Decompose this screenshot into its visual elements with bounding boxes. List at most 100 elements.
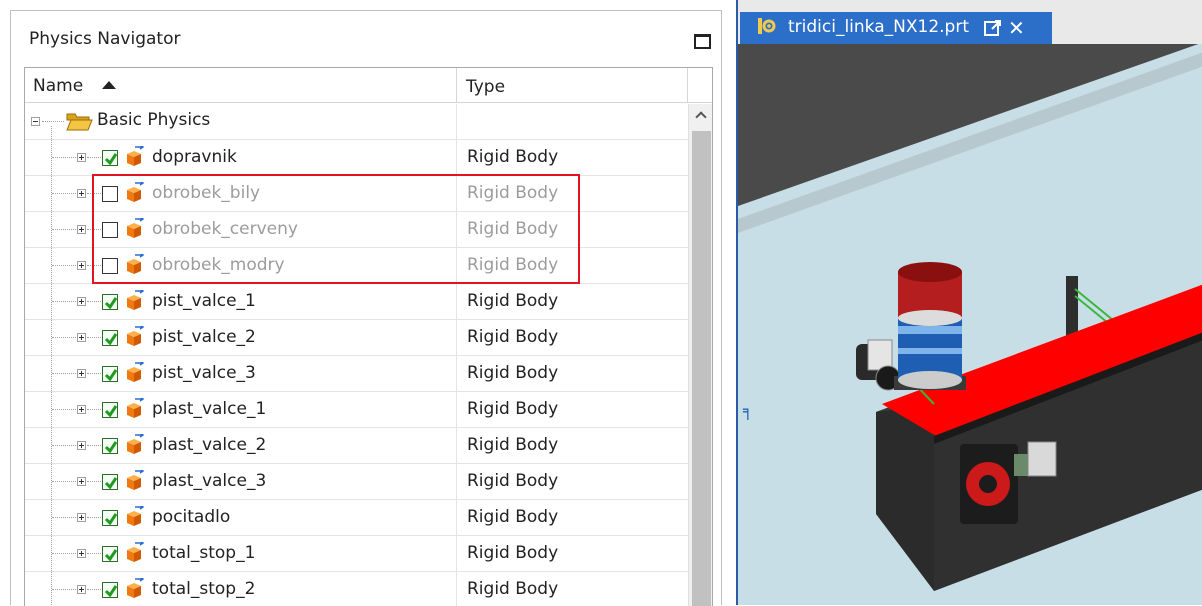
expand-icon[interactable] [77, 405, 86, 414]
tree-item-type: Rigid Body [467, 147, 559, 167]
tree-connector [52, 373, 76, 374]
tree-connector [52, 553, 76, 554]
visibility-checkbox[interactable] [102, 474, 118, 490]
tree-item-type: Rigid Body [467, 471, 559, 491]
expand-icon[interactable] [77, 189, 86, 198]
tree-item-pist-valce-2[interactable]: pist_valce_2 Rigid Body [25, 320, 688, 356]
sort-ascending-icon [102, 81, 116, 89]
tree-item-total-stop-1[interactable]: total_stop_1 Rigid Body [25, 536, 688, 572]
column-header-type[interactable]: Type [458, 68, 688, 103]
table-header: Name Type [25, 68, 712, 103]
collapse-icon[interactable] [31, 117, 40, 126]
tree-item-label: plast_valce_1 [152, 399, 267, 419]
scroll-up-icon[interactable] [689, 104, 712, 129]
tree-item-dopravnik[interactable]: dopravnik Rigid Body [25, 140, 688, 176]
tree-root-label: Basic Physics [97, 110, 211, 130]
tree-connector [52, 157, 76, 158]
tree-connector [52, 265, 76, 266]
rigid-body-cube-icon [127, 362, 145, 382]
scrollbar-thumb[interactable] [692, 131, 711, 606]
name-cell: Basic Physics [25, 104, 457, 140]
tree-connector [87, 481, 101, 482]
rigid-body-cube-icon [127, 542, 145, 562]
close-tab-icon[interactable]: ✕ [1008, 16, 1025, 40]
expand-icon[interactable] [77, 333, 86, 342]
tree-item-label: plast_valce_2 [152, 435, 267, 455]
visibility-checkbox[interactable] [102, 366, 118, 382]
tree-root-basic-physics[interactable]: Basic Physics [25, 104, 688, 140]
axis-marker-icon: ╕ [742, 401, 753, 421]
name-cell: total_stop_2 [25, 572, 457, 606]
tree-item-type: Rigid Body [467, 579, 559, 599]
rigid-body-cube-icon [127, 578, 145, 598]
tree-item-label: total_stop_2 [152, 579, 256, 599]
tree-item-plast-valce-2[interactable]: plast_valce_2 Rigid Body [25, 428, 688, 464]
expand-icon[interactable] [77, 477, 86, 486]
part-file-icon [758, 18, 776, 34]
name-cell: plast_valce_2 [25, 428, 457, 464]
rigid-body-cube-icon [127, 326, 145, 346]
expand-icon[interactable] [77, 297, 86, 306]
tree-connector [52, 445, 76, 446]
rigid-body-cube-icon [127, 146, 145, 166]
rigid-body-cube-icon [127, 290, 145, 310]
tree-item-label: plast_valce_3 [152, 471, 267, 491]
expand-icon[interactable] [77, 549, 86, 558]
tree-item-type: Rigid Body [467, 399, 559, 419]
expand-icon[interactable] [77, 153, 86, 162]
vertical-scrollbar[interactable] [688, 104, 712, 606]
visibility-checkbox[interactable] [102, 330, 118, 346]
tree-connector [87, 157, 101, 158]
tree-item-pist-valce-1[interactable]: pist_valce_1 Rigid Body [25, 284, 688, 320]
highlight-annotation-box [92, 174, 580, 284]
tree-table: Name Type Basic Physics dopravnik Rigid … [24, 67, 713, 606]
tree-connector [87, 301, 101, 302]
column-header-name[interactable]: Name [25, 68, 457, 103]
name-cell: total_stop_1 [25, 536, 457, 572]
expand-icon[interactable] [77, 441, 86, 450]
rigid-body-cube-icon [127, 506, 145, 526]
visibility-checkbox[interactable] [102, 546, 118, 562]
tree-item-plast-valce-3[interactable]: plast_valce_3 Rigid Body [25, 464, 688, 500]
tree-item-label: pist_valce_2 [152, 327, 256, 347]
maximize-icon[interactable] [694, 34, 711, 49]
document-tab[interactable]: tridici_linka_NX12.prt ✕ [740, 12, 1052, 44]
3d-scene[interactable]: ╕ [738, 44, 1202, 605]
tree-item-label: pist_valce_3 [152, 363, 256, 383]
tree-connector [52, 337, 76, 338]
column-type-label: Type [466, 77, 506, 97]
expand-icon[interactable] [77, 261, 86, 270]
tree-connector [52, 301, 76, 302]
document-tab-title: tridici_linka_NX12.prt [788, 17, 969, 37]
tree-item-pocitadlo[interactable]: pocitadlo Rigid Body [25, 500, 688, 536]
name-cell: plast_valce_1 [25, 392, 457, 428]
detach-window-icon[interactable] [984, 19, 1002, 37]
tree-item-type: Rigid Body [467, 507, 559, 527]
tree-connector [87, 589, 101, 590]
tree-item-plast-valce-1[interactable]: plast_valce_1 Rigid Body [25, 392, 688, 428]
tree-item-pist-valce-3[interactable]: pist_valce_3 Rigid Body [25, 356, 688, 392]
name-cell: pist_valce_1 [25, 284, 457, 320]
visibility-checkbox[interactable] [102, 582, 118, 598]
tree-connector [87, 337, 101, 338]
tree-item-type: Rigid Body [467, 435, 559, 455]
tree-item-label: pist_valce_1 [152, 291, 256, 311]
tree-item-total-stop-2[interactable]: total_stop_2 Rigid Body [25, 572, 688, 606]
expand-icon[interactable] [77, 225, 86, 234]
visibility-checkbox[interactable] [102, 510, 118, 526]
expand-icon[interactable] [77, 369, 86, 378]
expand-icon[interactable] [77, 513, 86, 522]
tree-connector [87, 445, 101, 446]
tree-item-label: dopravnik [152, 147, 237, 167]
visibility-checkbox[interactable] [102, 150, 118, 166]
visibility-checkbox[interactable] [102, 294, 118, 310]
graphics-viewport[interactable]: tridici_linka_NX12.prt ✕ ╕ [736, 0, 1202, 605]
expand-icon[interactable] [77, 585, 86, 594]
tree-connector [42, 121, 64, 122]
visibility-checkbox[interactable] [102, 402, 118, 418]
tree-connector [87, 553, 101, 554]
rigid-body-cube-icon [127, 470, 145, 490]
name-cell: plast_valce_3 [25, 464, 457, 500]
visibility-checkbox[interactable] [102, 438, 118, 454]
name-cell: dopravnik [25, 140, 457, 176]
